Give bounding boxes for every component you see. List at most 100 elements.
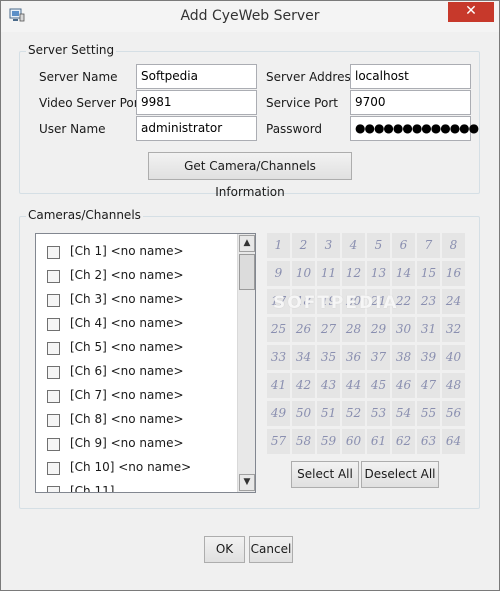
window-title: Add CyeWeb Server: [180, 8, 320, 24]
channel-grid-cell[interactable]: 33: [267, 345, 290, 370]
channel-label: [Ch 3] <no name>: [70, 292, 184, 306]
channel-grid-cell[interactable]: 49: [267, 401, 290, 426]
channel-checkbox[interactable]: [47, 390, 60, 403]
scroll-down-button[interactable]: ▼: [239, 474, 255, 491]
channel-grid-cell[interactable]: 56: [442, 401, 465, 426]
channel-grid-cell[interactable]: 58: [292, 429, 315, 454]
server-address-label: Server Address: [266, 70, 357, 84]
channel-grid-cell[interactable]: 15: [417, 261, 440, 286]
channel-grid-cell[interactable]: 7: [417, 233, 440, 258]
channel-number-grid: 1 2 3 4 5 6 7 8 9 10 11 12 13 14 15 16 17 18 19 20 21 22 23 24 2…: [267, 233, 466, 454]
channel-grid-cell[interactable]: 38: [392, 345, 415, 370]
channel-grid-cell[interactable]: 60: [342, 429, 365, 454]
channel-grid-cell[interactable]: 8: [442, 233, 465, 258]
channel-grid-cell[interactable]: 5: [367, 233, 390, 258]
user-name-field[interactable]: administrator: [136, 116, 257, 141]
channel-checkbox[interactable]: [47, 414, 60, 427]
deselect-all-button[interactable]: Deselect All: [361, 461, 439, 488]
channel-grid-cell[interactable]: 43: [317, 373, 340, 398]
channel-grid-cell[interactable]: 24: [442, 289, 465, 314]
channel-grid-cell[interactable]: 29: [367, 317, 390, 342]
channel-grid-cell[interactable]: 36: [342, 345, 365, 370]
channel-grid-cell[interactable]: 3: [317, 233, 340, 258]
service-port-field[interactable]: 9700: [350, 90, 471, 115]
softpedia-watermark: SOFTPEDIA: [273, 293, 399, 313]
channel-grid-cell[interactable]: 59: [317, 429, 340, 454]
channel-grid-cell[interactable]: 34: [292, 345, 315, 370]
channel-grid-cell[interactable]: 11: [317, 261, 340, 286]
select-all-button[interactable]: Select All: [291, 461, 359, 488]
channel-grid-cell[interactable]: 44: [342, 373, 365, 398]
channel-checkbox[interactable]: [47, 342, 60, 355]
cancel-button[interactable]: Cancel: [249, 536, 293, 563]
video-port-field[interactable]: 9981: [136, 90, 257, 115]
channel-grid-cell[interactable]: 48: [442, 373, 465, 398]
user-name-label: User Name: [39, 122, 106, 136]
channel-grid-cell[interactable]: 54: [392, 401, 415, 426]
channel-grid-cell[interactable]: 16: [442, 261, 465, 286]
channel-grid-cell[interactable]: 61: [367, 429, 390, 454]
channel-grid-cell[interactable]: 42: [292, 373, 315, 398]
channel-grid-cell[interactable]: 55: [417, 401, 440, 426]
channel-label: [Ch 4] <no name>: [70, 316, 184, 330]
channel-grid-cell[interactable]: 63: [417, 429, 440, 454]
channel-list-scrollbar[interactable]: ▲ ▼: [237, 234, 255, 492]
channel-checkbox[interactable]: [47, 486, 60, 492]
channel-grid-cell[interactable]: 37: [367, 345, 390, 370]
channel-grid-cell[interactable]: 40: [442, 345, 465, 370]
channel-grid-cell[interactable]: 51: [317, 401, 340, 426]
channel-grid-cell[interactable]: 35: [317, 345, 340, 370]
channel-grid-cell[interactable]: 6: [392, 233, 415, 258]
channel-grid-cell[interactable]: 27: [317, 317, 340, 342]
channel-grid-cell[interactable]: 26: [292, 317, 315, 342]
channel-checkbox[interactable]: [47, 462, 60, 475]
channel-grid-cell[interactable]: 52: [342, 401, 365, 426]
channel-grid-cell[interactable]: 50: [292, 401, 315, 426]
get-camera-info-button[interactable]: Get Camera/Channels Information: [148, 152, 352, 199]
channel-checkbox[interactable]: [47, 366, 60, 379]
channel-grid-cell[interactable]: 46: [392, 373, 415, 398]
channel-grid-cell[interactable]: 14: [392, 261, 415, 286]
channel-list-items: [Ch 1] <no name> [Ch 2] <no name> [Ch 3] <…: [36, 234, 236, 492]
channel-checkbox[interactable]: [47, 438, 60, 451]
channel-grid-cell[interactable]: 12: [342, 261, 365, 286]
channel-grid-cell[interactable]: 47: [417, 373, 440, 398]
channel-label: [Ch 5] <no name>: [70, 340, 184, 354]
channel-grid-cell[interactable]: 32: [442, 317, 465, 342]
channel-grid-cell[interactable]: 25: [267, 317, 290, 342]
channel-grid-cell[interactable]: 1: [267, 233, 290, 258]
channel-grid-cell[interactable]: 41: [267, 373, 290, 398]
cameras-channels-label: Cameras/Channels: [26, 208, 143, 222]
scroll-up-button[interactable]: ▲: [239, 235, 255, 252]
channel-grid-cell[interactable]: 9: [267, 261, 290, 286]
channel-grid-cell[interactable]: 10: [292, 261, 315, 286]
server-address-field[interactable]: localhost: [350, 64, 471, 89]
channel-checkbox[interactable]: [47, 294, 60, 307]
channel-grid-cell[interactable]: 39: [417, 345, 440, 370]
scroll-thumb[interactable]: [239, 254, 255, 290]
channel-checkbox[interactable]: [47, 270, 60, 283]
dialog-window: Add CyeWeb Server ✕ Server Setting Serve…: [0, 0, 500, 591]
channel-grid-cell[interactable]: 53: [367, 401, 390, 426]
channel-grid-cell[interactable]: 45: [367, 373, 390, 398]
channel-checkbox[interactable]: [47, 318, 60, 331]
channel-grid-cell[interactable]: 30: [392, 317, 415, 342]
channel-grid-cell[interactable]: 31: [417, 317, 440, 342]
channel-grid-cell[interactable]: 2: [292, 233, 315, 258]
channel-grid-cell[interactable]: 4: [342, 233, 365, 258]
channel-grid-cell[interactable]: 64: [442, 429, 465, 454]
channel-grid-cell[interactable]: 28: [342, 317, 365, 342]
channel-label: [Ch 7] <no name>: [70, 388, 184, 402]
server-name-field[interactable]: Softpedia: [136, 64, 257, 89]
ok-button[interactable]: OK: [204, 536, 245, 563]
close-button[interactable]: ✕: [448, 2, 494, 22]
channel-grid-cell[interactable]: 57: [267, 429, 290, 454]
channel-grid-cell[interactable]: 62: [392, 429, 415, 454]
channel-label: [Ch 2] <no name>: [70, 268, 184, 282]
channel-label: [Ch 11]: [70, 484, 115, 492]
password-field[interactable]: ●●●●●●●●●●●●●: [350, 116, 479, 141]
channel-grid-cell[interactable]: 23: [417, 289, 440, 314]
channel-grid-cell[interactable]: 13: [367, 261, 390, 286]
channel-checkbox[interactable]: [47, 246, 60, 259]
server-setting-label: Server Setting: [26, 43, 117, 57]
